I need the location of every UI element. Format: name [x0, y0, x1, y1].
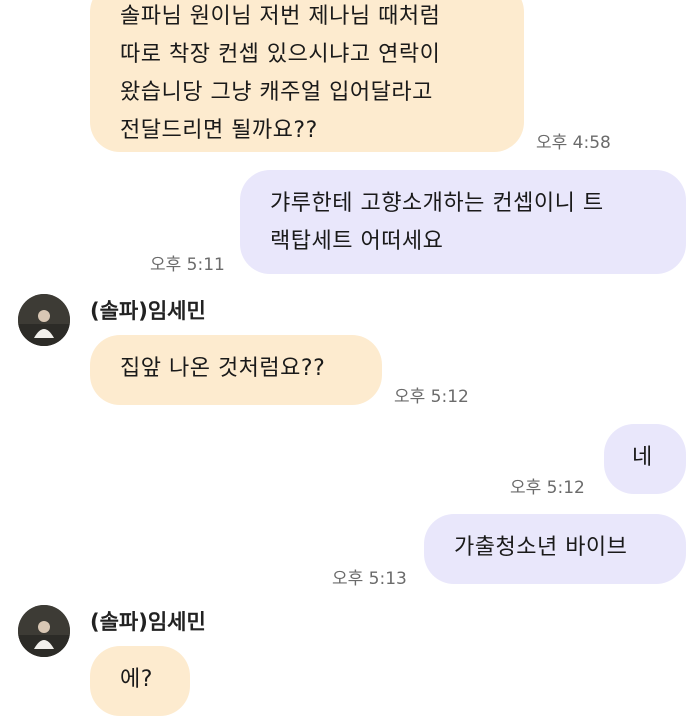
message-text-line: 집앞 나온 것처럼요?? — [120, 356, 326, 381]
message-text-line: 왔습니당 그냥 캐주얼 입어달라고 — [120, 80, 433, 105]
outgoing-message-bubble[interactable]: 네 — [604, 424, 686, 494]
sender-name: (솔파)임세민 — [90, 610, 206, 634]
incoming-message-bubble[interactable]: 에? — [90, 646, 190, 716]
sender-avatar[interactable] — [18, 294, 70, 346]
message-timestamp: 오후 5:11 — [150, 255, 225, 275]
message-text-line: 네 — [632, 445, 653, 470]
message-timestamp: 오후 4:58 — [536, 133, 611, 153]
message-text-line: 에? — [120, 667, 153, 692]
outgoing-message-bubble[interactable]: 갸루한테 고향소개하는 컨셉이니 트 랙탑세트 어떠세요 — [240, 170, 686, 274]
message-text-line: 따로 착장 컨셉 있으시냐고 연락이 — [120, 42, 441, 67]
message-timestamp: 오후 5:13 — [332, 569, 407, 589]
incoming-message-bubble[interactable]: 집앞 나온 것처럼요?? — [90, 335, 382, 405]
message-text-line: 전달드리면 될까요?? — [120, 118, 318, 143]
incoming-message-bubble[interactable]: 솔파님 원이님 저번 제나님 때처럼 따로 착장 컨셉 있으시냐고 연락이 왔습… — [90, 0, 524, 152]
message-text-line: 갸루한테 고향소개하는 컨셉이니 트 — [270, 191, 604, 216]
message-text-line: 랙탑세트 어떠세요 — [270, 229, 444, 254]
sender-avatar[interactable] — [18, 605, 70, 657]
message-text-line: 솔파님 원이님 저번 제나님 때처럼 — [120, 4, 441, 29]
message-timestamp: 오후 5:12 — [510, 478, 585, 498]
message-text-line: 가출청소년 바이브 — [454, 535, 628, 560]
outgoing-message-bubble[interactable]: 가출청소년 바이브 — [424, 514, 686, 584]
message-timestamp: 오후 5:12 — [394, 387, 469, 407]
sender-name: (솔파)임세민 — [90, 299, 206, 323]
